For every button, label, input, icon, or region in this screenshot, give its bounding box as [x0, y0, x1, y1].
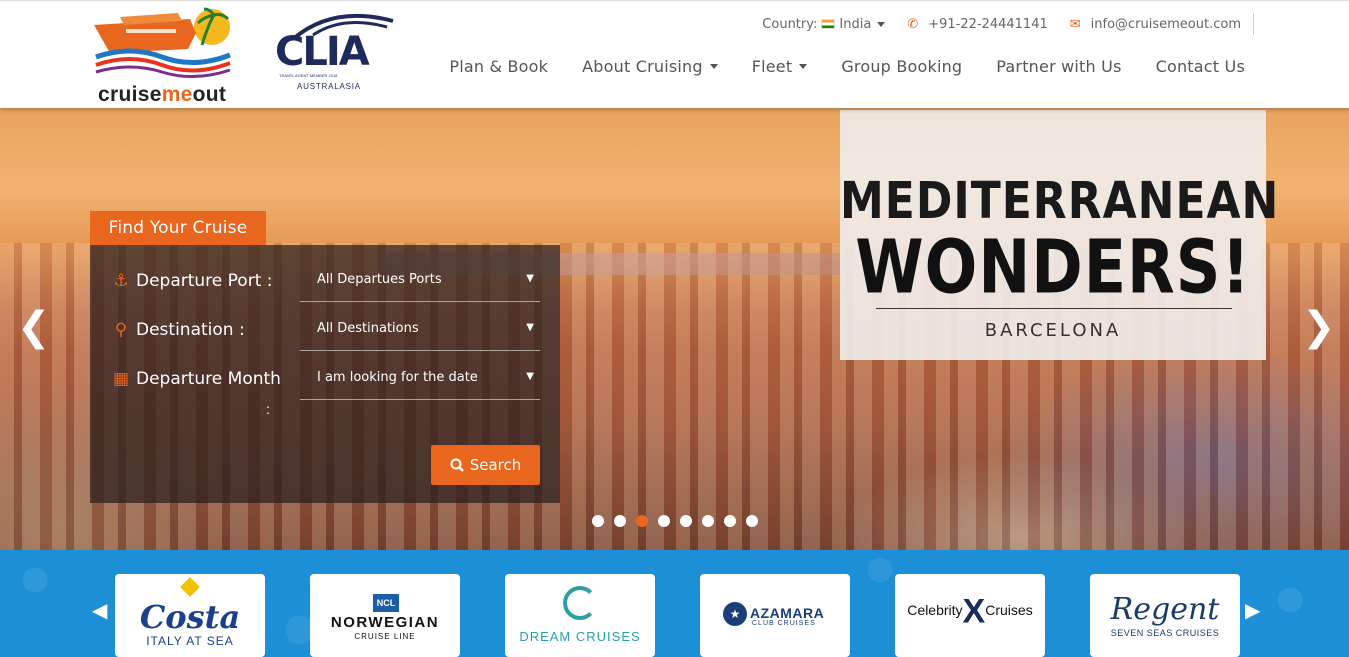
chevron-down-icon	[799, 64, 808, 69]
slider-dot-active[interactable]	[636, 515, 648, 527]
carousel-prev-icon[interactable]: ◀	[92, 598, 107, 623]
departure-port-select[interactable]: All Departues Ports ▼	[300, 262, 540, 302]
slider-dot[interactable]	[746, 515, 758, 527]
slider-dot[interactable]	[680, 515, 692, 527]
azamara-tagline: CLUB CRUISES	[752, 620, 816, 627]
azamara-logo-icon: ★	[723, 602, 747, 626]
cruise-line-norwegian[interactable]: NCL NORWEGIAN CRUISE LINE	[310, 574, 460, 657]
slider-dot[interactable]	[614, 515, 626, 527]
cruise-line-regent[interactable]: Regent SEVEN SEAS CRUISES	[1090, 574, 1240, 657]
regent-name: Regent	[1110, 592, 1220, 627]
norwegian-tagline: CRUISE LINE	[354, 632, 416, 641]
phone-number: +91-22-24441141	[928, 16, 1048, 32]
dropdown-caret-icon: ▼	[526, 371, 534, 382]
slider-dot[interactable]	[592, 515, 604, 527]
norwegian-name: NORWEGIAN	[330, 614, 440, 631]
costa-name: Costa	[139, 598, 241, 636]
clia-region: AUSTRALASIA	[297, 82, 361, 91]
envelope-icon: ✉	[1069, 16, 1081, 32]
phone-icon: ✆	[907, 16, 919, 32]
slider-dot[interactable]	[724, 515, 736, 527]
dream-name: DREAM CRUISES	[519, 629, 641, 644]
departure-month-label: ▦ Departure Month	[110, 369, 281, 389]
costa-star-icon	[180, 577, 200, 597]
email-address: info@cruisemeout.com	[1090, 16, 1241, 32]
dropdown-caret-icon: ▼	[526, 322, 534, 333]
costa-tagline: ITALY AT SEA	[146, 634, 234, 648]
cruise-line-dream[interactable]: DREAM CRUISES	[505, 574, 655, 657]
nav-group-booking[interactable]: Group Booking	[841, 57, 962, 76]
departure-port-label: ⚓ Departure Port :	[110, 271, 272, 291]
map-marker-icon: ⚲	[114, 320, 128, 340]
top-contact-bar: Country: India ✆ +91-22-24441141 ✉ info@…	[740, 13, 1254, 35]
search-icon	[450, 458, 464, 472]
country-value: India	[839, 16, 872, 32]
clia-wordmark: CLIA	[275, 29, 370, 75]
cruise-line-costa[interactable]: Costa ITALY AT SEA	[115, 574, 265, 657]
nav-fleet[interactable]: Fleet	[752, 57, 808, 76]
find-cruise-panel: ⚓ Departure Port : All Departues Ports ▼…	[90, 245, 560, 503]
cruisemeout-logo[interactable]: cruisemeout	[90, 5, 235, 106]
email-link[interactable]: ✉ info@cruisemeout.com	[1070, 17, 1241, 32]
nav-plan-book[interactable]: Plan & Book	[449, 57, 548, 76]
clia-subtitle: TRAVEL AGENT MEMBER 2018	[279, 73, 338, 78]
phone-link[interactable]: ✆ +91-22-24441141	[907, 17, 1047, 32]
departure-month-colon: :	[266, 401, 270, 417]
slider-dot[interactable]	[702, 515, 714, 527]
chevron-down-icon	[877, 21, 886, 27]
cruise-line-azamara[interactable]: ★ AZAMARA CLUB CRUISES	[700, 574, 850, 657]
departure-month-select[interactable]: I am looking for the date ▼	[300, 360, 540, 400]
cruise-lines-carousel: ◀ Costa ITALY AT SEA NCL NORWEGIAN CRUIS…	[0, 550, 1349, 657]
nav-contact[interactable]: Contact Us	[1156, 57, 1245, 76]
promo-banner: MEDITERRANEAN WONDERS! BARCELONA	[840, 110, 1278, 360]
calendar-icon: ▦	[112, 369, 130, 389]
destination-select[interactable]: All Destinations ▼	[300, 311, 540, 351]
india-flag-icon	[821, 19, 836, 29]
logo-wordmark: cruisemeout	[98, 83, 227, 106]
carousel-next-icon[interactable]: ▶	[1245, 598, 1260, 623]
promo-divider	[876, 308, 1232, 309]
cruise-line-celebrity[interactable]: CelebrityXCruises	[895, 574, 1045, 657]
slider-pagination	[592, 515, 758, 527]
ship-logo-icon	[94, 7, 231, 79]
slider-dot[interactable]	[658, 515, 670, 527]
country-selector[interactable]: Country: India	[762, 16, 886, 32]
azamara-name: AZAMARA	[750, 605, 825, 621]
clia-logo: CLIA TRAVEL AGENT MEMBER 2018 AUSTRALASI…	[275, 11, 395, 95]
country-label: Country:	[762, 16, 818, 32]
site-header: cruisemeout CLIA TRAVEL AGENT MEMBER 201…	[0, 0, 1349, 108]
dropdown-caret-icon: ▼	[526, 273, 534, 284]
celebrity-name: CelebrityXCruises	[907, 592, 1033, 631]
hero-slider: MEDITERRANEAN WONDERS! BARCELONA ❮ ❯ Fin…	[0, 108, 1349, 550]
nav-about-cruising[interactable]: About Cruising	[582, 57, 718, 76]
anchor-icon: ⚓	[113, 271, 129, 291]
slider-next-arrow-icon[interactable]: ❯	[1302, 307, 1336, 347]
slider-prev-arrow-icon[interactable]: ❮	[17, 307, 51, 347]
chevron-down-icon	[709, 64, 718, 69]
destination-label: ⚲ Destination :	[110, 320, 245, 340]
main-nav: Plan & Book About Cruising Fleet Group B…	[415, 57, 1245, 76]
promo-line2: WONDERS!	[855, 222, 1251, 311]
ncl-badge: NCL	[373, 594, 399, 612]
promo-line3: BARCELONA	[984, 320, 1122, 341]
dream-logo-icon	[563, 586, 597, 620]
divider	[1253, 13, 1254, 35]
search-button[interactable]: Search	[431, 445, 540, 485]
nav-partner[interactable]: Partner with Us	[996, 57, 1121, 76]
find-cruise-tab[interactable]: Find Your Cruise	[90, 211, 266, 245]
regent-tagline: SEVEN SEAS CRUISES	[1110, 628, 1220, 638]
